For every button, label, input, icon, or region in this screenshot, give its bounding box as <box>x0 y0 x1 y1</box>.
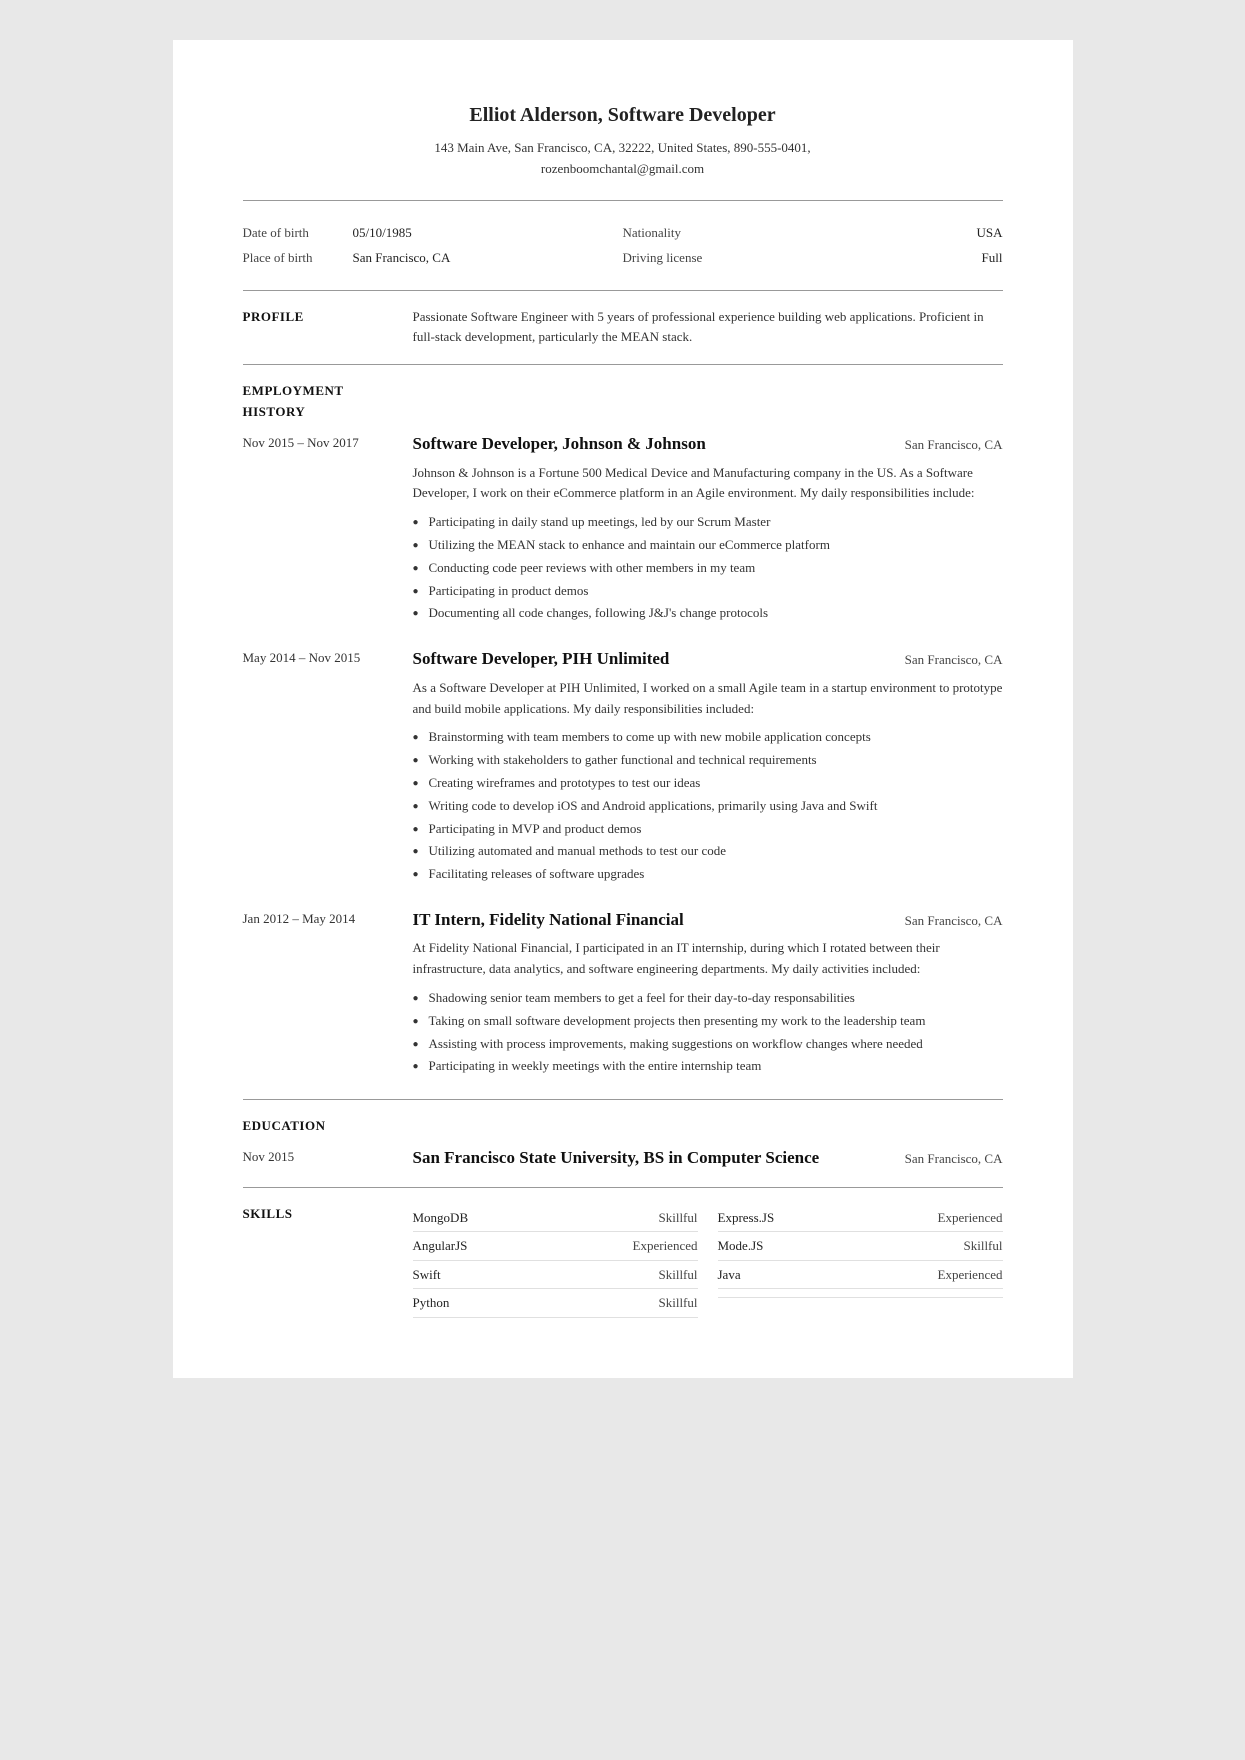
list-item: Brainstorming with team members to come … <box>413 727 1003 748</box>
list-item: Conducting code peer reviews with other … <box>413 558 1003 579</box>
education-divider <box>243 1187 1003 1188</box>
job3-bullets: Shadowing senior team members to get a f… <box>413 988 1003 1077</box>
job1-header: Software Developer, Johnson & Johnson Sa… <box>413 431 1003 457</box>
job2-location: San Francisco, CA <box>905 650 1003 670</box>
skills-col-left: MongoDB Skillful AngularJS Experienced S… <box>413 1204 698 1318</box>
list-item: Working with stakeholders to gather func… <box>413 750 1003 771</box>
list-item: Facilitating releases of software upgrad… <box>413 864 1003 885</box>
employment-divider <box>243 1099 1003 1100</box>
nationality-label: Nationality <box>623 223 682 243</box>
edu1-date: Nov 2015 <box>243 1145 403 1171</box>
dob-value: 05/10/1985 <box>353 223 412 243</box>
job-entry-2: May 2014 – Nov 2015 Software Developer, … <box>243 646 1003 887</box>
list-item: Writing code to develop iOS and Android … <box>413 796 1003 817</box>
job2-content: Software Developer, PIH Unlimited San Fr… <box>413 646 1003 887</box>
job-entry-3: Jan 2012 – May 2014 IT Intern, Fidelity … <box>243 907 1003 1079</box>
list-item: Utilizing automated and manual methods t… <box>413 841 1003 862</box>
personal-info-section: Date of birth 05/10/1985 Place of birth … <box>243 217 1003 274</box>
skill-java: Java Experienced <box>718 1261 1003 1290</box>
nationality-value: USA <box>976 223 1002 243</box>
dob-label: Date of birth <box>243 223 353 243</box>
personal-right-col: Nationality USA Driving license Full <box>623 223 1003 268</box>
list-item: Participating in daily stand up meetings… <box>413 512 1003 533</box>
education-section-title: EDUCATION <box>243 1118 326 1133</box>
job3-title: IT Intern, Fidelity National Financial <box>413 907 684 933</box>
skill-empty <box>718 1289 1003 1298</box>
profile-section-title: PROFILE <box>243 307 403 349</box>
job2-bullets: Brainstorming with team members to come … <box>413 727 1003 885</box>
dob-row: Date of birth 05/10/1985 <box>243 223 623 243</box>
profile-divider <box>243 364 1003 365</box>
list-item: Participating in product demos <box>413 581 1003 602</box>
job-entry-1: Nov 2015 – Nov 2017 Software Developer, … <box>243 431 1003 626</box>
list-item: Documenting all code changes, following … <box>413 603 1003 624</box>
driving-value: Full <box>982 248 1003 268</box>
profile-section: PROFILE Passionate Software Engineer wit… <box>243 307 1003 349</box>
skills-col-right: Express.JS Experienced Mode.JS Skillful … <box>718 1204 1003 1318</box>
resume-document: Elliot Alderson, Software Developer 143 … <box>173 40 1073 1378</box>
job1-location: San Francisco, CA <box>905 435 1003 455</box>
list-item: Taking on small software development pro… <box>413 1011 1003 1032</box>
job2-desc: As a Software Developer at PIH Unlimited… <box>413 678 1003 720</box>
skill-swift: Swift Skillful <box>413 1261 698 1290</box>
job3-location: San Francisco, CA <box>905 911 1003 931</box>
nationality-row: Nationality USA <box>623 223 1003 243</box>
driving-row: Driving license Full <box>623 248 1003 268</box>
candidate-email: rozenboomchantal@gmail.com <box>541 161 704 176</box>
edu1-location: San Francisco, CA <box>905 1149 1003 1169</box>
list-item: Assisting with process improvements, mak… <box>413 1034 1003 1055</box>
skill-modejs: Mode.JS Skillful <box>718 1232 1003 1261</box>
personal-left-col: Date of birth 05/10/1985 Place of birth … <box>243 223 623 268</box>
resume-header: Elliot Alderson, Software Developer 143 … <box>243 100 1003 180</box>
job3-header: IT Intern, Fidelity National Financial S… <box>413 907 1003 933</box>
candidate-name: Elliot Alderson, Software Developer <box>243 100 1003 130</box>
list-item: Participating in weekly meetings with th… <box>413 1056 1003 1077</box>
pob-label: Place of birth <box>243 248 353 268</box>
edu-entry-1: Nov 2015 San Francisco State University,… <box>243 1145 1003 1171</box>
edu1-header: San Francisco State University, BS in Co… <box>413 1145 1003 1171</box>
edu1-title: San Francisco State University, BS in Co… <box>413 1145 820 1171</box>
employment-section-title: EMPLOYMENT HISTORY <box>243 383 344 419</box>
job1-bullets: Participating in daily stand up meetings… <box>413 512 1003 624</box>
pob-row: Place of birth San Francisco, CA <box>243 248 623 268</box>
skill-expressjs: Express.JS Experienced <box>718 1204 1003 1233</box>
education-section: EDUCATION Nov 2015 San Francisco State U… <box>243 1116 1003 1171</box>
skill-mongodb: MongoDB Skillful <box>413 1204 698 1233</box>
skills-section-title: SKILLS <box>243 1206 293 1221</box>
skills-section: SKILLS MongoDB Skillful AngularJS Experi… <box>243 1204 1003 1318</box>
employment-header-row: EMPLOYMENT HISTORY <box>243 381 1003 423</box>
job1-content: Software Developer, Johnson & Johnson Sa… <box>413 431 1003 626</box>
pob-value: San Francisco, CA <box>353 248 451 268</box>
job1-title: Software Developer, Johnson & Johnson <box>413 431 706 457</box>
candidate-address: 143 Main Ave, San Francisco, CA, 32222, … <box>243 138 1003 180</box>
job2-date: May 2014 – Nov 2015 <box>243 646 403 887</box>
job3-content: IT Intern, Fidelity National Financial S… <box>413 907 1003 1079</box>
skill-python: Python Skillful <box>413 1289 698 1318</box>
education-header-row: EDUCATION <box>243 1116 1003 1137</box>
job3-date: Jan 2012 – May 2014 <box>243 907 403 1079</box>
job3-desc: At Fidelity National Financial, I partic… <box>413 938 1003 980</box>
list-item: Participating in MVP and product demos <box>413 819 1003 840</box>
profile-text: Passionate Software Engineer with 5 year… <box>413 307 1003 349</box>
skill-angularjs: AngularJS Experienced <box>413 1232 698 1261</box>
job2-header: Software Developer, PIH Unlimited San Fr… <box>413 646 1003 672</box>
list-item: Shadowing senior team members to get a f… <box>413 988 1003 1009</box>
header-divider <box>243 200 1003 201</box>
job2-title: Software Developer, PIH Unlimited <box>413 646 670 672</box>
list-item: Creating wireframes and prototypes to te… <box>413 773 1003 794</box>
driving-label: Driving license <box>623 248 703 268</box>
edu1-content: San Francisco State University, BS in Co… <box>413 1145 1003 1171</box>
skills-grid: MongoDB Skillful AngularJS Experienced S… <box>413 1204 1003 1318</box>
job1-date: Nov 2015 – Nov 2017 <box>243 431 403 626</box>
employment-section: EMPLOYMENT HISTORY Nov 2015 – Nov 2017 S… <box>243 381 1003 1079</box>
list-item: Utilizing the MEAN stack to enhance and … <box>413 535 1003 556</box>
personal-divider <box>243 290 1003 291</box>
job1-desc: Johnson & Johnson is a Fortune 500 Medic… <box>413 463 1003 505</box>
